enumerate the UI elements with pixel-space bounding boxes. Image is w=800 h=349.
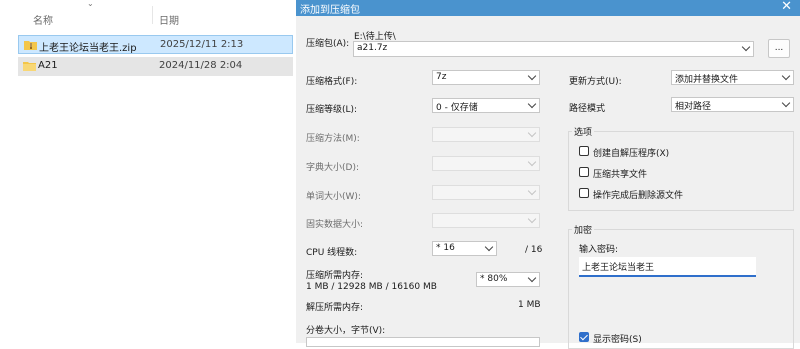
path-value: 相对路径 [675, 102, 712, 112]
update-value: 添加并替换文件 [675, 75, 739, 85]
threads-label: CPU 线程数: [306, 248, 358, 258]
format-label: 压缩格式(F): [306, 77, 358, 87]
level-label: 压缩等级(L): [306, 105, 358, 115]
chevron-down-icon [527, 99, 537, 109]
file-name: 上老王论坛当老王.zip [39, 43, 137, 54]
mem-decomp-label: 解压所需内存: [306, 303, 364, 313]
add-to-archive-dialog: 添加到压缩包 ✕ 压缩包(A): E:\待上传\ a21.7z ... 压缩格式… [296, 0, 800, 349]
format-value: 7z [436, 72, 447, 82]
delete-label[interactable]: 操作完成后删除源文件 [593, 188, 683, 201]
split-select[interactable] [306, 337, 540, 347]
level-select[interactable]: 0 - 仅存储 [432, 98, 540, 113]
archive-name-value: a21.7z [357, 43, 388, 53]
column-header-date[interactable]: 日期 [159, 12, 179, 27]
split-label: 分卷大小，字节(V): [306, 326, 386, 336]
solid-select [432, 213, 540, 228]
column-header-name[interactable]: 名称 [33, 12, 53, 27]
file-row-folder[interactable]: A21 2024/11/28 2:04 [18, 57, 293, 76]
file-date: 2025/12/11 2:13 [160, 39, 244, 50]
dict-select [432, 156, 540, 171]
dict-label: 字典大小(D): [306, 163, 359, 173]
chevron-down-icon [781, 98, 791, 108]
browse-button[interactable]: ... [768, 39, 790, 58]
method-select [432, 127, 540, 142]
chevron-down-icon [484, 242, 494, 252]
mem-comp-label: 压缩所需内存: [306, 271, 364, 281]
column-divider[interactable] [152, 6, 153, 24]
chevron-down-icon [741, 42, 751, 52]
chevron-down-icon [527, 186, 537, 196]
archive-name-combo[interactable]: a21.7z [353, 41, 754, 57]
dialog-title: 添加到压缩包 [300, 5, 360, 16]
zip-folder-icon [24, 41, 37, 50]
file-name: A21 [38, 60, 58, 71]
threads-max: / 16 [525, 245, 543, 255]
sort-chevron-icon[interactable]: ⌄ [87, 0, 97, 8]
file-row-zip[interactable]: 上老王论坛当老王.zip 2025/12/11 2:13 [18, 35, 293, 54]
mem-percent-value: * 80% [480, 274, 508, 284]
show-password-checkbox[interactable] [579, 332, 589, 342]
level-value: 0 - 仅存储 [436, 103, 478, 113]
threads-value: * 16 [436, 243, 455, 253]
chevron-down-icon [527, 71, 537, 81]
path-select[interactable]: 相对路径 [671, 97, 794, 112]
password-value: 上老王论坛当老王 [582, 263, 655, 273]
archive-label: 压缩包(A): [306, 39, 350, 49]
shared-checkbox[interactable] [579, 167, 589, 177]
password-input[interactable]: 上老王论坛当老王 [579, 257, 756, 277]
format-select[interactable]: 7z [432, 70, 540, 85]
threads-select[interactable]: * 16 [432, 241, 497, 256]
update-select[interactable]: 添加并替换文件 [671, 70, 794, 85]
encryption-title: 加密 [572, 223, 595, 236]
update-label: 更新方式(U): [569, 77, 622, 87]
shared-label[interactable]: 压缩共享文件 [593, 167, 647, 180]
chevron-down-icon [527, 273, 537, 283]
delete-checkbox[interactable] [579, 188, 589, 198]
mem-percent-select[interactable]: * 80% [476, 272, 540, 287]
password-label: 输入密码: [579, 245, 619, 255]
dialog-titlebar[interactable]: 添加到压缩包 ✕ [296, 0, 800, 16]
sfx-checkbox[interactable] [579, 146, 589, 156]
chevron-down-icon [527, 214, 537, 224]
chevron-down-icon [527, 157, 537, 167]
sfx-label[interactable]: 创建自解压程序(X) [593, 146, 669, 159]
method-label: 压缩方法(M): [306, 134, 360, 144]
folder-icon [23, 62, 36, 71]
chevron-down-icon [527, 128, 537, 138]
options-title: 选项 [572, 125, 595, 138]
path-label: 路径模式 [569, 104, 606, 114]
solid-label: 固实数据大小: [306, 220, 364, 230]
close-icon[interactable]: ✕ [781, 0, 792, 14]
chevron-down-icon [781, 71, 791, 81]
word-select [432, 185, 540, 200]
file-date: 2024/11/28 2:04 [159, 60, 243, 71]
word-label: 单词大小(W): [306, 192, 361, 202]
file-explorer: ⌄ 名称 日期 上老王论坛当老王.zip 2025/12/11 2:13 A21… [0, 0, 296, 343]
mem-decomp-value: 1 MB [518, 300, 541, 310]
show-password-label[interactable]: 显示密码(S) [593, 332, 642, 345]
mem-comp-detail: 1 MB / 12928 MB / 16160 MB [306, 282, 437, 292]
